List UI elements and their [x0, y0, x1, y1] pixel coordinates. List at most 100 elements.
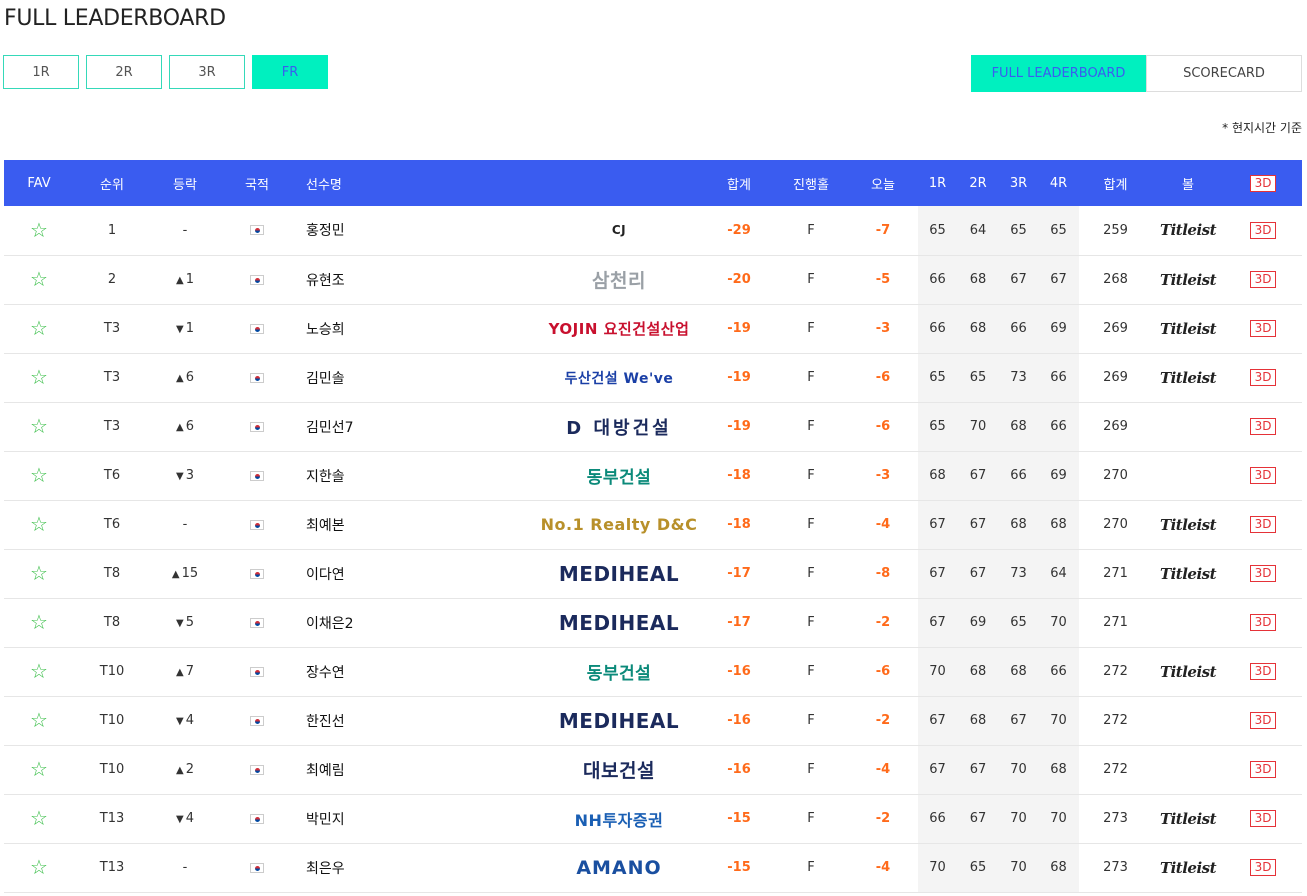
view-3d-button[interactable]: 3D [1249, 859, 1277, 876]
player-name[interactable]: 이다연 [294, 549, 534, 598]
thru-cell: F [807, 713, 815, 728]
table-row[interactable]: ☆ T13 ▼ 4 박민지 NH투자증권 -15 F -2 66 67 70 70 273 Titleist… [4, 794, 1302, 843]
star-icon[interactable]: ☆ [30, 267, 48, 291]
star-icon[interactable]: ☆ [30, 463, 48, 487]
star-icon[interactable]: ☆ [30, 855, 48, 879]
fav-cell: ☆ [4, 304, 74, 353]
star-icon[interactable]: ☆ [30, 218, 48, 242]
round-1-score: 70 [918, 843, 957, 892]
korea-flag-icon [250, 764, 264, 775]
strokes-cell: 271 [1103, 615, 1128, 630]
round-3-score: 68 [999, 402, 1038, 451]
tab-round-2[interactable]: 2R [86, 55, 162, 89]
player-name[interactable]: 김민솔 [294, 353, 534, 402]
view-3d-button[interactable]: 3D [1249, 467, 1277, 484]
view-3d-button[interactable]: 3D [1249, 565, 1277, 582]
korea-flag-icon [250, 568, 264, 579]
sponsor-cell: CJ [534, 206, 704, 255]
player-name[interactable]: 홍정민 [294, 206, 534, 255]
view3d-cell: 3D [1224, 598, 1302, 647]
view-3d-button[interactable]: 3D [1249, 271, 1277, 288]
view-3d-button[interactable]: 3D [1249, 810, 1277, 827]
star-icon[interactable]: ☆ [30, 806, 48, 830]
ball-cell: Titleist [1152, 304, 1224, 353]
table-row[interactable]: ☆ T13- 최은우 AMANO -15 F -4 70 65 70 68 273 Titleist 3D [4, 843, 1302, 892]
tab-round-3[interactable]: 3R [169, 55, 245, 89]
table-row[interactable]: ☆ T3 ▲ 6 김민솔 두산건설 We've -19 F -6 65 65 73 66 269 Title… [4, 353, 1302, 402]
player-name[interactable]: 지한솔 [294, 451, 534, 500]
player-name[interactable]: 장수연 [294, 647, 534, 696]
nation-cell [220, 745, 294, 794]
thru-cell: F [807, 762, 815, 777]
round-2-score: 68 [957, 647, 999, 696]
table-row[interactable]: ☆ T10 ▲ 2 최예림 대보건설 -16 F -4 67 67 70 68 272 3D [4, 745, 1302, 794]
player-name[interactable]: 최은우 [294, 843, 534, 892]
view-3d-button[interactable]: 3D [1249, 614, 1277, 631]
player-name[interactable]: 노승희 [294, 304, 534, 353]
view-3d-button[interactable]: 3D [1249, 418, 1277, 435]
tab-full-leaderboard[interactable]: FULL LEADERBOARD [971, 55, 1146, 92]
tab-scorecard[interactable]: SCORECARD [1146, 55, 1302, 92]
table-row[interactable]: ☆ 2 ▲ 1 유현조 삼천리 -20 F -5 66 68 67 67 268 Titleist 3D [4, 255, 1302, 304]
tab-round-final[interactable]: FR [252, 55, 328, 89]
player-name[interactable]: 최예본 [294, 500, 534, 549]
round-2-score: 67 [957, 500, 999, 549]
table-row[interactable]: ☆ 1- 홍정민 CJ -29 F -7 65 64 65 65 259 Titleist 3D [4, 206, 1302, 255]
table-row[interactable]: ☆ T3 ▲ 6 김민선7 D 대방건설 -19 F -6 65 70 68 66 269 3D [4, 402, 1302, 451]
rank-cell: T6 [103, 468, 121, 483]
table-row[interactable]: ☆ T6 ▼ 3 지한솔 동부건설 -18 F -3 68 67 66 69 270 3D [4, 451, 1302, 500]
korea-flag-icon [250, 225, 264, 236]
round-2-score: 68 [957, 255, 999, 304]
view-3d-button[interactable]: 3D [1249, 761, 1277, 778]
player-name[interactable]: 유현조 [294, 255, 534, 304]
star-icon[interactable]: ☆ [30, 561, 48, 585]
round-4-score: 69 [1038, 451, 1079, 500]
fav-cell: ☆ [4, 402, 74, 451]
star-icon[interactable]: ☆ [30, 708, 48, 732]
view-3d-button[interactable]: 3D [1249, 320, 1277, 337]
player-name[interactable]: 김민선7 [294, 402, 534, 451]
table-row[interactable]: ☆ T10 ▼ 4 한진선 MEDIHEAL -16 F -2 67 68 67 70 272 3D [4, 696, 1302, 745]
star-icon[interactable]: ☆ [30, 414, 48, 438]
round-4-score: 66 [1038, 402, 1079, 451]
round-3-score: 70 [999, 843, 1038, 892]
sponsor-logo: MEDIHEAL [558, 561, 680, 586]
view3d-cell: 3D [1224, 451, 1302, 500]
fav-cell: ☆ [4, 255, 74, 304]
view-3d-button[interactable]: 3D [1249, 369, 1277, 386]
star-icon[interactable]: ☆ [30, 757, 48, 781]
nation-cell [220, 696, 294, 745]
view-3d-button[interactable]: 3D [1249, 663, 1277, 680]
player-name[interactable]: 최예림 [294, 745, 534, 794]
star-icon[interactable]: ☆ [30, 610, 48, 634]
view-3d-button[interactable]: 3D [1249, 221, 1277, 239]
view-3d-button[interactable]: 3D [1249, 712, 1277, 729]
tab-round-1[interactable]: 1R [3, 55, 79, 89]
table-row[interactable]: ☆ T6- 최예본 No.1 Realty D&C -18 F -4 67 67 68 68 270 T… [4, 500, 1302, 549]
round-2-score: 70 [957, 402, 999, 451]
star-icon[interactable]: ☆ [30, 512, 48, 536]
player-name[interactable]: 박민지 [294, 794, 534, 843]
table-row[interactable]: ☆ T8 ▲ 15 이다연 MEDIHEAL -17 F -8 67 67 73 64 271 Titlei… [4, 549, 1302, 598]
star-icon[interactable]: ☆ [30, 316, 48, 340]
rank-cell: 1 [107, 222, 117, 238]
table-row[interactable]: ☆ T3 ▼ 1 노승희 YOJIN 요진건설산업 -19 F -3 66 68 66 69 269 Tit… [4, 304, 1302, 353]
round-3-score: 65 [999, 598, 1038, 647]
table-row[interactable]: ☆ T8 ▼ 5 이채은2 MEDIHEAL -17 F -2 67 69 65 70 271 3D [4, 598, 1302, 647]
move-cell: ▲ 15 [150, 549, 220, 598]
korea-flag-icon [250, 617, 264, 628]
header-3d-badge: 3D [1249, 174, 1277, 192]
sponsor-cell: NH투자증권 [534, 794, 704, 843]
table-row[interactable]: ☆ T10 ▲ 7 장수연 동부건설 -16 F -6 70 68 68 66 272 Titleist 3D [4, 647, 1302, 696]
total-score: -29 [727, 222, 751, 238]
star-icon[interactable]: ☆ [30, 365, 48, 389]
player-name[interactable]: 이채은2 [294, 598, 534, 647]
korea-flag-icon [250, 862, 264, 873]
rank-cell: 2 [107, 272, 117, 287]
round-3-score: 70 [999, 794, 1038, 843]
today-score: -2 [875, 811, 891, 826]
view-3d-button[interactable]: 3D [1249, 516, 1277, 533]
star-icon[interactable]: ☆ [30, 659, 48, 683]
today-score: -7 [875, 222, 891, 238]
player-name[interactable]: 한진선 [294, 696, 534, 745]
